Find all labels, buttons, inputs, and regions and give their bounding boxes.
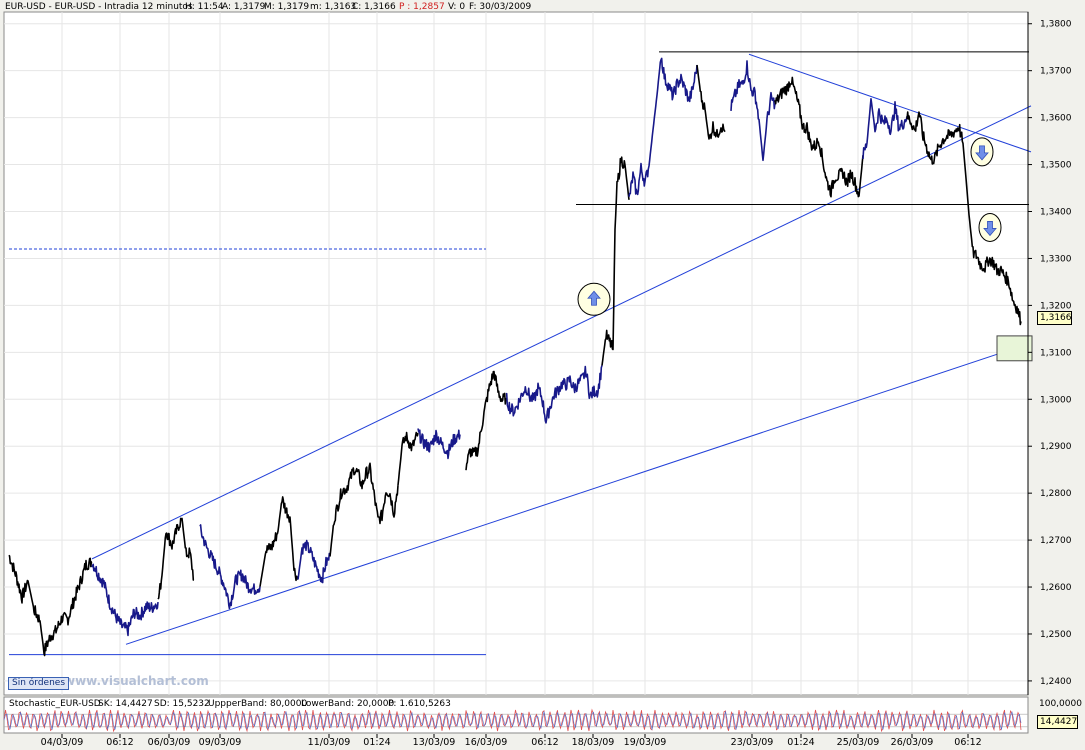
price-axis: 1,2400 1,2500 1,2600 1,2700 1,2800 1,2900 1,30… — [1027, 12, 1072, 695]
header-a: A: 1,3179 — [222, 2, 266, 12]
x-tick-label: 11/03/09 — [308, 737, 351, 746]
arrow-down-icon — [970, 137, 994, 167]
stochastic-upper-axis: 100,0000 — [1039, 699, 1082, 709]
stochastic-lower: LowerBand: 20,0000 — [301, 699, 394, 709]
x-tick-label: 01:24 — [787, 737, 814, 746]
stochastic-sk: SK: 14,4427 — [98, 699, 153, 709]
x-tick-label: 26/03/09 — [891, 737, 934, 746]
header-c: C: 1,3166 — [352, 2, 396, 12]
y-tick-label: 1,3700 — [1040, 67, 1072, 77]
header-f: F: 30/03/2009 — [469, 2, 532, 12]
chart-svg: EUR-USD - EUR-USD - Intradia 12 minutos … — [3, 2, 1082, 748]
header-min: m: 1,3163 — [310, 2, 356, 12]
y-tick-label: 1,2600 — [1040, 583, 1072, 593]
stochastic-name: Stochastic_EUR-USD — [9, 699, 101, 709]
header-p: P : 1,2857 — [399, 2, 445, 12]
x-tick-label: 01:24 — [363, 737, 390, 746]
y-tick-label: 1,3100 — [1040, 348, 1072, 358]
x-tick-label: 19/03/09 — [624, 737, 667, 746]
header-v: V: 0 — [448, 2, 465, 12]
y-tick-label: 1,2500 — [1040, 630, 1072, 640]
watermark: www.visualchart.com — [64, 674, 209, 688]
x-tick-label: 16/03/09 — [465, 737, 508, 746]
header-bar: EUR-USD - EUR-USD - Intradia 12 minutos … — [5, 2, 532, 12]
time-axis: 04/03/09 06:12 06/03/09 09/03/09 11/03/09 01:… — [41, 734, 982, 748]
stochastic-panel: Stochastic_EUR-USD SK: 14,4427 SD: 15,52… — [3, 696, 1082, 734]
x-tick-label: 23/03/09 — [731, 737, 774, 746]
stochastic-value-badge: 14,4427 — [1037, 715, 1078, 729]
y-tick-label: 1,2900 — [1040, 442, 1072, 452]
x-tick-label: 25/03/09 — [837, 737, 880, 746]
header-symbol: EUR-USD - EUR-USD - Intradia 12 minutos — [5, 2, 193, 12]
arrow-up-icon — [577, 282, 611, 316]
x-tick-label: 06:12 — [106, 737, 133, 746]
target-box — [996, 335, 1033, 362]
y-tick-label: 1,2700 — [1040, 536, 1072, 546]
y-tick-label: 1,3200 — [1040, 301, 1072, 311]
x-tick-label: 13/03/09 — [413, 737, 456, 746]
y-tick-label: 1,2800 — [1040, 489, 1072, 499]
chart-root: EUR-USD - EUR-USD - Intradia 12 minutos … — [0, 0, 1085, 748]
x-tick-label: 06:12 — [954, 737, 981, 746]
y-tick-label: 1,3400 — [1040, 208, 1072, 218]
orders-button[interactable]: Sin órdenes — [8, 677, 70, 690]
header-m: M: 1,3179 — [264, 2, 309, 12]
x-tick-label: 04/03/09 — [41, 737, 84, 746]
header-h: H: 11:54 — [185, 2, 224, 12]
y-tick-label: 1,3600 — [1040, 114, 1072, 124]
y-tick-label: 1,3300 — [1040, 254, 1072, 264]
y-tick-label: 1,2400 — [1040, 677, 1072, 687]
last-price-badge: 1,3166 — [1037, 311, 1072, 325]
y-tick-label: 1,3500 — [1040, 161, 1072, 171]
x-tick-label: 09/03/09 — [199, 737, 242, 746]
x-tick-label: 06:12 — [531, 737, 558, 746]
stochastic-sd: SD: 15,5232 — [154, 699, 210, 709]
x-tick-label: 18/03/09 — [572, 737, 615, 746]
arrow-down-icon — [978, 212, 1002, 242]
main-plot-area — [3, 11, 1029, 696]
stochastic-upper: UppperBand: 80,0000 — [208, 699, 307, 709]
y-tick-label: 1,3000 — [1040, 395, 1072, 405]
y-tick-label: 1,3800 — [1040, 20, 1072, 30]
stochastic-p: P: 1.610,5263 — [388, 699, 451, 709]
x-tick-label: 06/03/09 — [148, 737, 191, 746]
